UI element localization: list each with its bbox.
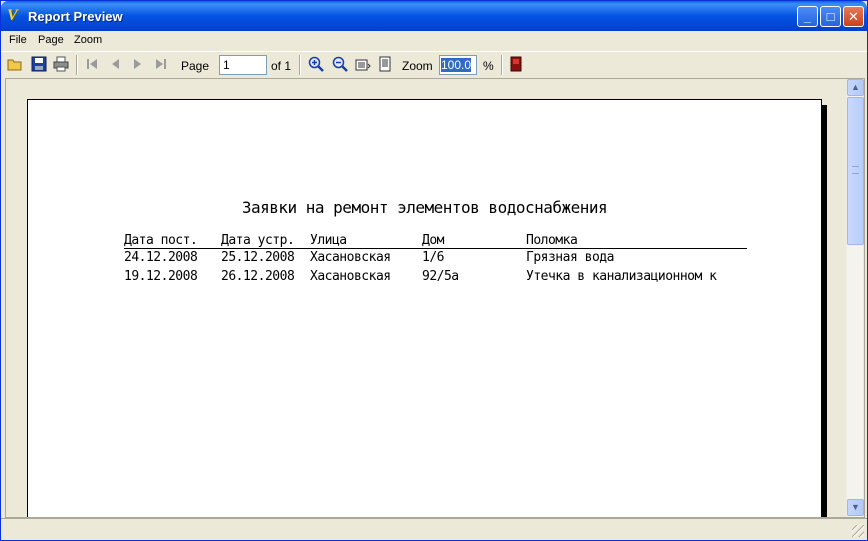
exit-icon[interactable] [508,56,524,72]
zoom-value: 100.0 [441,58,472,72]
table-cell: 26.12.2008 [221,269,295,284]
save-icon[interactable] [31,56,47,72]
minimize-button[interactable]: _ [797,6,818,27]
table-cell: Грязная вода [526,250,614,265]
maximize-button[interactable]: □ [820,6,841,27]
whole-page-icon[interactable] [377,56,393,72]
report-page: Заявки на ремонт элементов водоснабжения… [27,99,822,517]
scroll-thumb[interactable] [847,97,864,245]
table-header-row: Дата пост. Дата устр. Улица Дом Поломка [124,232,747,249]
column-header: Улица [310,233,347,248]
page-number-input[interactable]: 1 [219,55,267,75]
table-row: 19.12.2008 26.12.2008 Хасановская 92/5а … [124,268,747,287]
first-page-icon[interactable] [84,56,100,72]
preview-area[interactable]: Заявки на ремонт элементов водоснабжения… [5,78,865,518]
page-label: Page [181,59,210,73]
table-cell: Хасановская [310,269,391,284]
resize-grip-icon[interactable] [852,525,864,537]
toolbar-separator [299,55,301,75]
table-cell: 24.12.2008 [124,250,198,265]
table-cell: 19.12.2008 [124,269,198,284]
page-width-icon[interactable] [355,56,371,72]
table-cell: 25.12.2008 [221,250,295,265]
app-icon: V [7,7,18,24]
table-cell: 1/6 [422,250,444,265]
status-bar [1,518,867,540]
grip-icon [852,166,859,174]
toolbar-separator [501,55,503,75]
menu-file[interactable]: File [9,34,27,46]
zoom-label: Zoom [402,59,433,73]
column-header: Дата пост. [124,233,198,248]
table-cell: Хасановская [310,250,391,265]
prev-page-icon[interactable] [107,56,123,72]
menu-page[interactable]: Page [38,34,64,46]
zoom-in-icon[interactable] [308,56,324,72]
table-cell: Утечка в канализационном к [526,269,717,284]
title-bar[interactable]: V Report Preview _ □ ✕ [1,1,867,31]
page-count-label: of 1 [271,59,292,73]
column-header: Дата устр. [221,233,295,248]
next-page-icon[interactable] [130,56,146,72]
table-cell: 92/5а [422,269,459,284]
column-header: Поломка [526,233,578,248]
zoom-input[interactable]: 100.0 [439,55,477,75]
toolbar: Page 1 of 1 Zoom 100.0 % [1,51,867,77]
close-button[interactable]: ✕ [843,6,864,27]
column-header: Дом [422,233,444,248]
open-icon[interactable] [7,56,23,72]
last-page-icon[interactable] [153,56,169,72]
zoom-unit-label: % [483,59,494,73]
page-shadow [822,105,827,517]
scroll-down-button[interactable]: ▼ [847,499,864,516]
window-title: Report Preview [28,9,123,24]
print-icon[interactable] [53,56,69,72]
menu-bar: File Page Zoom [1,31,867,50]
toolbar-separator [76,55,78,75]
report-preview-window: V Report Preview _ □ ✕ File Page Zoom Pa… [0,0,868,541]
vertical-scrollbar[interactable]: ▲ ▼ [846,79,864,517]
menu-zoom[interactable]: Zoom [74,34,102,46]
zoom-out-icon[interactable] [332,56,348,72]
report-table: Дата пост. Дата устр. Улица Дом Поломка … [124,232,747,287]
table-row: 24.12.2008 25.12.2008 Хасановская 1/6 Гр… [124,249,747,268]
scroll-up-button[interactable]: ▲ [847,79,864,96]
report-title: Заявки на ремонт элементов водоснабжения [241,198,608,217]
